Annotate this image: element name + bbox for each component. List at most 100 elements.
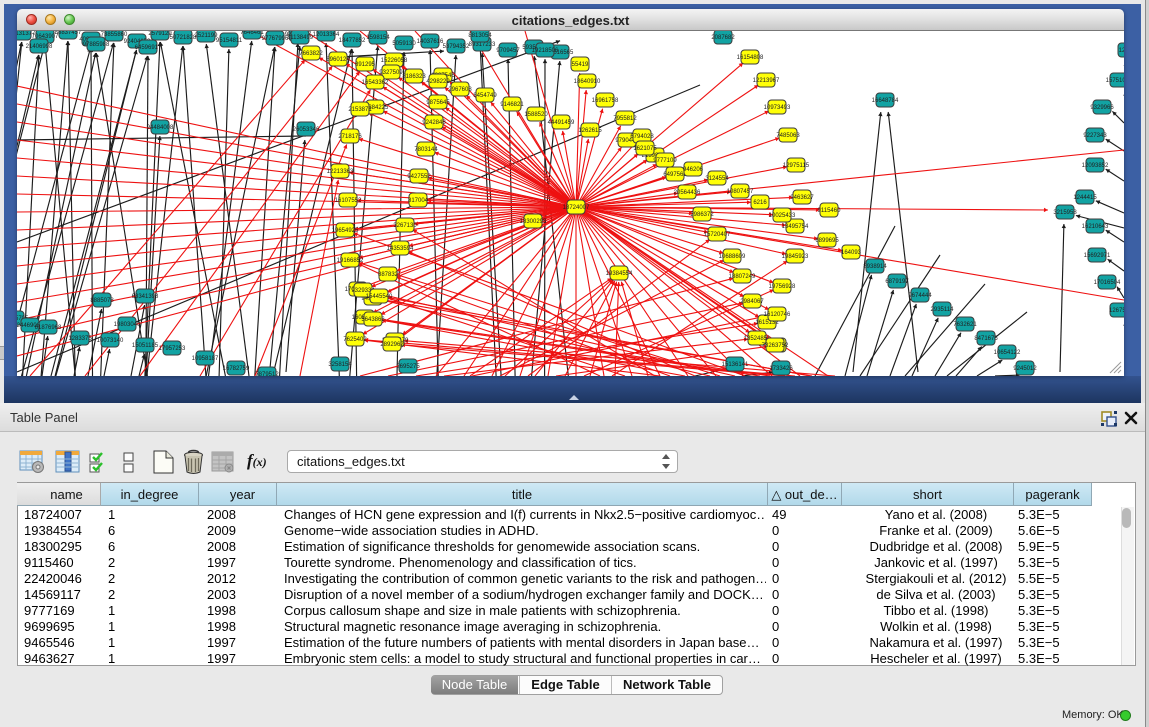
svg-text:12975115: 12975115	[783, 163, 810, 169]
svg-text:16961758: 16961758	[592, 98, 619, 104]
svg-text:2153871: 2153871	[348, 107, 372, 113]
svg-text:19845923: 19845923	[782, 254, 809, 260]
svg-text:10958187: 10958187	[192, 356, 219, 362]
svg-text:10654122: 10654122	[994, 350, 1021, 356]
svg-text:12013364: 12013364	[313, 32, 340, 38]
svg-text:14353594: 14353594	[387, 246, 414, 252]
svg-text:73855860: 73855860	[101, 32, 128, 38]
svg-text:16782759: 16782759	[223, 366, 250, 372]
svg-text:19218506: 19218506	[532, 48, 559, 54]
svg-text:3258154: 3258154	[328, 362, 352, 368]
svg-text:817004: 817004	[408, 198, 429, 204]
svg-text:12213967: 12213967	[753, 78, 780, 84]
svg-text:7485063: 7485063	[776, 133, 800, 139]
svg-text:7663822: 7663822	[299, 51, 323, 57]
svg-text:44491459: 44491459	[548, 120, 575, 126]
svg-text:7803144: 7803144	[414, 147, 438, 153]
svg-text:6879197: 6879197	[885, 279, 909, 285]
svg-text:16210643: 16210643	[1082, 224, 1109, 230]
svg-text:7625402: 7625402	[343, 337, 367, 343]
svg-text:18477852: 18477852	[339, 38, 366, 44]
svg-text:8938914: 8938914	[863, 264, 887, 270]
svg-text:3215958: 3215958	[1053, 210, 1077, 216]
svg-text:1598154: 1598154	[366, 35, 390, 41]
svg-text:1244415: 1244415	[1073, 195, 1097, 201]
svg-text:73263752: 73263752	[762, 343, 789, 349]
svg-text:9674444: 9674444	[908, 293, 932, 299]
svg-text:50721828: 50721828	[170, 35, 197, 41]
svg-text:15692971: 15692971	[1084, 253, 1111, 259]
svg-text:2695275: 2695275	[396, 364, 420, 370]
svg-text:16543362: 16543362	[362, 80, 389, 86]
svg-text:18300295: 18300295	[520, 219, 547, 225]
svg-text:5643866: 5643866	[361, 317, 385, 323]
svg-text:61876968: 61876968	[35, 325, 62, 331]
svg-text:9777109: 9777109	[653, 158, 677, 164]
svg-text:7955812: 7955812	[613, 116, 637, 122]
svg-text:95154811: 95154811	[216, 38, 243, 44]
svg-text:2892962: 2892962	[380, 342, 404, 348]
svg-text:10688609: 10688609	[719, 254, 746, 260]
svg-text:1283375: 1283375	[68, 336, 92, 342]
svg-text:9875645: 9875645	[426, 100, 450, 106]
svg-text:19654925: 19654925	[332, 228, 359, 234]
svg-text:4298229: 4298229	[426, 79, 450, 85]
svg-text:94484008: 94484008	[147, 125, 174, 131]
svg-text:9463627: 9463627	[790, 195, 814, 201]
svg-text:63341398: 63341398	[132, 294, 159, 300]
svg-text:18640910: 18640910	[574, 79, 601, 85]
svg-text:12213363: 12213363	[327, 169, 354, 175]
svg-text:55419: 55419	[572, 62, 589, 68]
svg-text:18724007: 18724007	[563, 205, 590, 211]
svg-text:1262615: 1262615	[578, 128, 602, 134]
svg-text:887832: 887832	[378, 272, 399, 278]
svg-text:6899695: 6899695	[815, 238, 839, 244]
svg-text:9427552: 9427552	[407, 174, 431, 180]
svg-text:6794028: 6794028	[630, 134, 654, 140]
svg-text:8471676: 8471676	[974, 336, 998, 342]
svg-text:9329966: 9329966	[1090, 105, 1114, 111]
svg-text:8454749: 8454749	[473, 93, 497, 99]
svg-text:8885078: 8885078	[90, 298, 114, 304]
svg-text:1733426: 1733426	[769, 366, 793, 372]
svg-text:97885988: 97885988	[83, 42, 110, 48]
svg-text:6216: 6216	[753, 200, 767, 206]
svg-text:12093852: 12093852	[1082, 163, 1109, 169]
svg-text:1588520: 1588520	[524, 112, 548, 118]
svg-text:5059130: 5059130	[392, 41, 416, 47]
svg-text:891295: 891295	[355, 62, 376, 68]
svg-text:16154808: 16154808	[737, 55, 764, 61]
svg-text:15136141: 15136141	[722, 362, 749, 368]
svg-text:31138499: 31138499	[287, 35, 314, 41]
svg-text:19166852: 19166852	[337, 258, 364, 264]
svg-text:1621075: 1621075	[633, 146, 657, 152]
svg-text:15051185: 15051185	[132, 343, 159, 349]
svg-text:2935114: 2935114	[931, 307, 955, 313]
svg-text:164093: 164093	[841, 250, 862, 256]
svg-text:10025433: 10025433	[769, 213, 796, 219]
svg-text:10807457: 10807457	[727, 189, 754, 195]
svg-text:3124554: 3124554	[705, 176, 729, 182]
svg-text:9242848: 9242848	[422, 120, 446, 126]
svg-text:17957253: 17957253	[159, 346, 186, 352]
svg-text:3267130: 3267130	[393, 223, 417, 229]
svg-text:20564436: 20564436	[674, 190, 701, 196]
svg-text:9709457: 9709457	[496, 48, 520, 54]
svg-text:21406998: 21406998	[26, 44, 53, 50]
svg-text:89317233: 89317233	[469, 42, 496, 48]
svg-text:15720407: 15720407	[704, 232, 731, 238]
svg-text:946206: 946206	[683, 167, 704, 173]
svg-text:17016504: 17016504	[1094, 280, 1121, 286]
svg-text:15445540: 15445540	[366, 294, 393, 300]
svg-text:88837457: 88837457	[55, 31, 82, 36]
svg-text:12125: 12125	[1119, 48, 1124, 54]
svg-text:9227343: 9227343	[1083, 133, 1107, 139]
svg-text:19803040: 19803040	[114, 322, 141, 328]
svg-text:9115460: 9115460	[818, 208, 842, 214]
svg-text:9245012: 9245012	[1013, 366, 1037, 372]
svg-text:2521199: 2521199	[195, 33, 219, 39]
svg-text:10073140: 10073140	[97, 338, 124, 344]
svg-text:2718176: 2718176	[338, 134, 362, 140]
svg-text:7632621: 7632621	[953, 322, 977, 328]
svg-text:7879512: 7879512	[255, 372, 279, 376]
